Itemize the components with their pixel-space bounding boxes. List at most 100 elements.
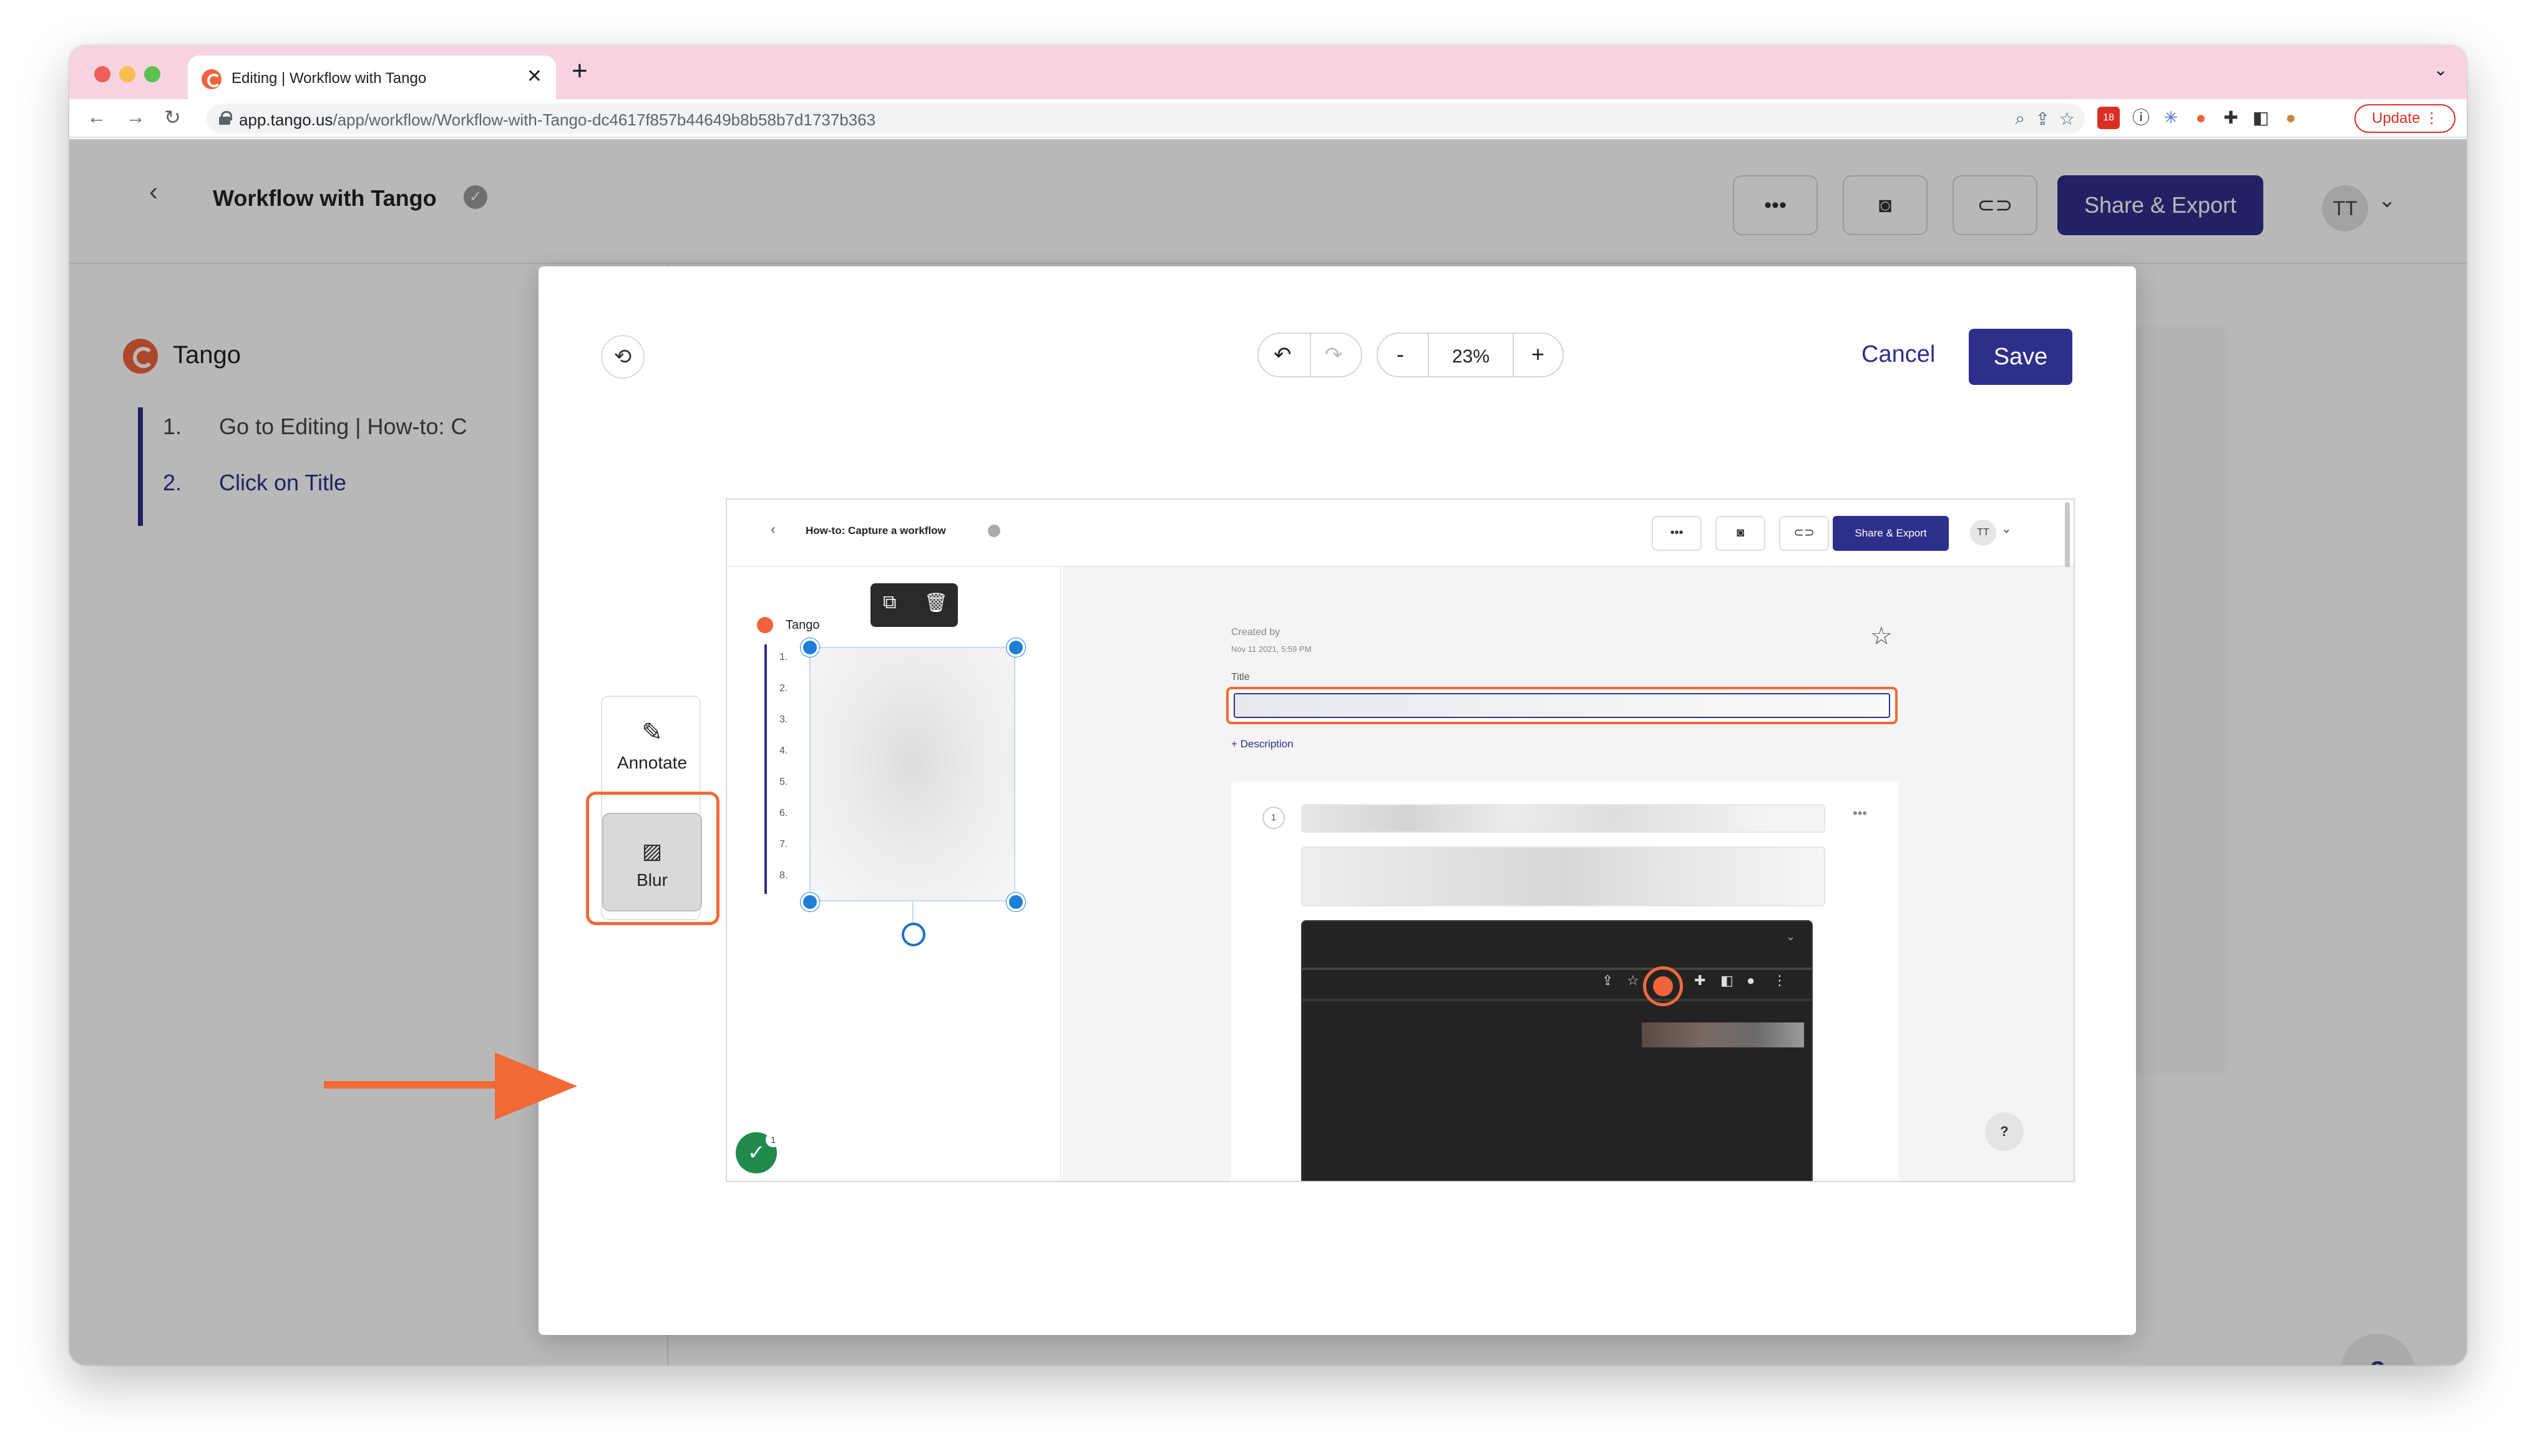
kebab-menu-icon: ⋮ <box>1773 973 1787 988</box>
pencil-icon: ✎ <box>641 719 663 746</box>
blurred-step-text <box>1301 804 1825 833</box>
chevron-down-icon: ⌄ <box>2001 522 2012 536</box>
resize-handle-top-left[interactable] <box>801 638 819 657</box>
divider <box>1302 968 1812 970</box>
more-options-icon: ••• <box>1652 516 1702 551</box>
star-icon: ☆ <box>1870 623 1893 650</box>
step-number: 3. <box>779 714 788 725</box>
profile-icon: ● <box>1747 973 1755 988</box>
share-icon[interactable]: ⇪ <box>2036 109 2050 129</box>
share-icon: ⇪ <box>1602 973 1614 988</box>
tab-bar: Editing | Workflow with Tango ✕ + ⌄ <box>69 46 2467 99</box>
profile-avatar-icon[interactable]: ● <box>2278 105 2303 130</box>
back-arrow-icon[interactable]: ← <box>87 105 107 129</box>
resize-handle-top-right[interactable] <box>1007 638 1025 657</box>
help-icon: ? <box>1985 1112 2024 1151</box>
extensions-puzzle-icon[interactable]: ✚ <box>2218 105 2243 130</box>
screenshot-brand: Tango <box>786 618 820 632</box>
avatar: TT <box>1970 520 1996 546</box>
close-tab-icon[interactable]: ✕ <box>527 66 542 87</box>
preview-icon: ◙ <box>1715 516 1765 551</box>
star-icon: ☆ <box>1627 973 1639 988</box>
step-number: 1. <box>779 652 788 662</box>
screenshot-header: ‹ How-to: Capture a workflow ••• ◙ ⊂⊃ Sh… <box>727 500 2074 571</box>
tango-extension-icon[interactable]: ● <box>2188 105 2213 130</box>
zoom-icon[interactable]: ⌕ <box>2015 109 2025 129</box>
extension-highlight <box>1643 966 1683 1006</box>
new-tab-button[interactable]: + <box>572 56 588 87</box>
step-number: 6. <box>779 808 788 818</box>
address-bar[interactable]: app.tango.us/app/workflow/Workflow-with-… <box>207 104 2085 133</box>
browser-screenshot: ⌄ ⇪ ☆ ✚ ◧ ● ⋮ <box>1301 920 1813 1181</box>
close-window-button[interactable] <box>94 66 110 82</box>
tango-favicon-icon <box>202 69 222 89</box>
save-button[interactable]: Save <box>1969 329 2072 385</box>
side-panel-icon[interactable]: ◧ <box>2248 105 2273 130</box>
screenshot-canvas[interactable]: ‹ How-to: Capture a workflow ••• ◙ ⊂⊃ Sh… <box>726 498 2075 1182</box>
cancel-button[interactable]: Cancel <box>1861 341 1935 368</box>
step-number-badge: 1 <box>1262 807 1285 829</box>
checklist-count: 1 <box>766 1132 781 1147</box>
maximize-window-button[interactable] <box>144 66 160 82</box>
title-field-highlight <box>1226 687 1898 724</box>
title-field <box>1234 693 1890 718</box>
browser-tab[interactable]: Editing | Workflow with Tango ✕ <box>188 56 556 99</box>
duplicate-icon[interactable]: ⧉ <box>883 592 896 613</box>
pointer-arrow-shaft <box>324 1081 505 1089</box>
undo-icon[interactable]: ↶ <box>1274 342 1292 367</box>
verified-check-icon <box>988 525 1000 537</box>
calendar-extension-icon[interactable]: 18 <box>2097 107 2120 129</box>
trash-icon[interactable]: 🗑 <box>924 592 948 614</box>
back-chevron-icon: ‹ <box>771 521 776 538</box>
pointer-arrow-head <box>495 1052 577 1120</box>
minimize-window-button[interactable] <box>119 66 135 82</box>
title-label: Title <box>1231 672 1250 682</box>
share-export-label: Share & Export <box>1833 516 1949 551</box>
sidebar-progress-bar <box>764 644 767 894</box>
step-card: 1 ••• ⌄ ⇪ ☆ ✚ ◧ ● ⋮ <box>1231 782 1899 1181</box>
undo-redo-group: ↶ ↷ <box>1257 332 1362 377</box>
info-extension-icon[interactable]: ⓘ <box>2129 105 2153 130</box>
resize-handle-bottom-right[interactable] <box>1007 893 1025 911</box>
rotate-handle[interactable] <box>902 923 925 946</box>
blur-tool-highlight <box>586 792 719 925</box>
step-number: 5. <box>779 777 788 787</box>
chevron-down-icon: ⌄ <box>1785 930 1795 943</box>
blur-floating-toolbar: ⧉ 🗑 <box>871 583 958 627</box>
description-link: + Description <box>1231 738 1294 750</box>
update-button[interactable]: Update ⋮ <box>2354 104 2456 133</box>
screenshot-title: How-to: Capture a workflow <box>806 525 946 536</box>
tab-list-chevron-icon[interactable]: ⌄ <box>2434 59 2448 80</box>
reload-icon[interactable]: ↻ <box>164 105 181 129</box>
bookmark-star-icon[interactable]: ☆ <box>2059 109 2075 129</box>
divider <box>1302 999 1812 1001</box>
created-date: Nov 11 2021, 5:59 PM <box>1231 644 1312 654</box>
blurred-step-description <box>1301 847 1825 906</box>
step-number: 4. <box>779 745 788 756</box>
blur-region[interactable] <box>809 647 1015 901</box>
side-panel-icon: ◧ <box>1720 973 1734 988</box>
browser-window: Editing | Workflow with Tango ✕ + ⌄ ← → … <box>69 46 2467 1365</box>
more-options-icon: ••• <box>1853 805 1868 821</box>
blurred-text <box>1642 1022 1804 1047</box>
zoom-in-button[interactable]: + <box>1531 341 1544 367</box>
step-number: 7. <box>779 839 788 850</box>
tab-title: Editing | Workflow with Tango <box>232 70 427 87</box>
puzzle-icon: ✚ <box>1694 973 1706 988</box>
tango-logo-icon <box>757 617 773 633</box>
redo-icon[interactable]: ↷ <box>1325 342 1343 367</box>
forward-arrow-icon[interactable]: → <box>125 105 145 129</box>
divider <box>1513 334 1514 376</box>
created-by: Created by <box>1231 627 1280 638</box>
scrollbar <box>2065 502 2070 571</box>
step-number: 8. <box>779 870 788 881</box>
browser-toolbar: ← → ↻ app.tango.us/app/workflow/Workflow… <box>69 99 2467 138</box>
url-text: app.tango.us/app/workflow/Workflow-with-… <box>239 110 876 129</box>
zoom-out-button[interactable]: - <box>1397 341 1404 367</box>
zoom-level: 23% <box>1451 346 1490 367</box>
annotate-tool[interactable]: ✎ Annotate <box>602 718 702 773</box>
history-icon[interactable]: ⟲ <box>601 335 645 379</box>
resize-handle-bottom-left[interactable] <box>801 893 819 911</box>
sparkle-extension-icon[interactable]: ✳ <box>2158 105 2183 130</box>
rotate-stem <box>912 901 914 923</box>
